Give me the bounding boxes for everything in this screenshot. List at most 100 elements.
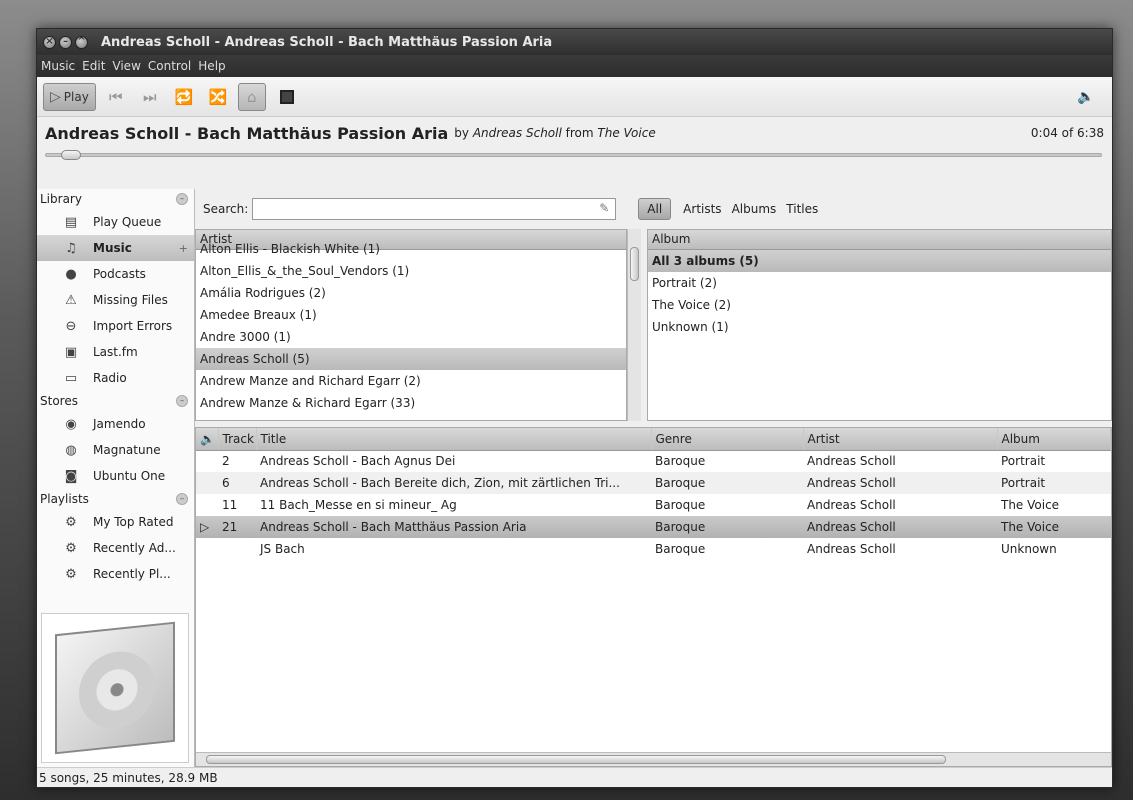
- sidebar-item-ubuntu-one[interactable]: ◙ Ubuntu One: [37, 463, 194, 489]
- playing-column-header[interactable]: 🔈: [196, 428, 219, 451]
- minimize-window-button[interactable]: –: [59, 35, 72, 49]
- list-item[interactable]: Unknown (1): [648, 316, 1111, 338]
- list-item[interactable]: Alton_Ellis_&_the_Soul_Vendors (1): [196, 260, 626, 282]
- list-item[interactable]: The Voice (2): [648, 294, 1111, 316]
- next-icon: ⏭: [143, 87, 157, 106]
- artist-column-header[interactable]: Artist: [803, 428, 998, 451]
- volume-button[interactable]: 🔈: [1072, 83, 1100, 111]
- artist-scrollbar[interactable]: [627, 229, 641, 421]
- shuffle-icon: 🔀: [208, 87, 228, 106]
- filter-buttons: All Artists Albums Titles: [638, 198, 828, 220]
- disc-icon: [79, 647, 155, 732]
- title-column-header[interactable]: Title: [256, 428, 652, 451]
- menu-control[interactable]: Control: [148, 59, 191, 73]
- sidebar-item-music[interactable]: ♫ Music +: [37, 235, 194, 261]
- artist-pane: Artist Alton Ellis - Blackish White (1) …: [195, 229, 627, 421]
- menu-help[interactable]: Help: [198, 59, 225, 73]
- sidebar-item-play-queue[interactable]: ▤ Play Queue: [37, 209, 194, 235]
- list-item[interactable]: Alton Ellis - Blackish White (1): [196, 238, 626, 260]
- menu-edit[interactable]: Edit: [82, 59, 105, 73]
- close-window-button[interactable]: ×: [43, 35, 56, 49]
- podcast-icon: ●: [65, 266, 77, 282]
- window-title: Andreas Scholl - Andreas Scholl - Bach M…: [101, 34, 553, 50]
- sidebar-item-label: My Top Rated: [93, 515, 174, 529]
- sidebar-item-label: Missing Files: [93, 293, 168, 307]
- menu-music[interactable]: Music: [41, 59, 75, 73]
- filter-all[interactable]: All: [638, 198, 672, 220]
- toolbar: ▷ Play ⏮ ⏭ 🔁 🔀 ⌂ 🔈: [37, 77, 1112, 117]
- table-row-playing[interactable]: ▷ 21 Andreas Scholl - Bach Matthäus Pass…: [196, 516, 1111, 538]
- sidebar: Library – ▤ Play Queue ♫ Music + ● Podca…: [37, 189, 195, 767]
- list-item[interactable]: Andrew Manze and Richard Egarr (2): [196, 370, 626, 392]
- sidebar-item-magnatune[interactable]: ◍ Magnatune: [37, 437, 194, 463]
- list-item[interactable]: Andre 3000 (1): [196, 326, 626, 348]
- filter-artists[interactable]: Artists: [683, 202, 721, 216]
- seek-thumb[interactable]: [61, 150, 81, 160]
- sidebar-item-podcasts[interactable]: ● Podcasts: [37, 261, 194, 287]
- rhythmbox-window: × – ^ Andreas Scholl - Andreas Scholl - …: [36, 28, 1113, 788]
- main-panel: Search: ✎ All Artists Albums Titles Arti…: [195, 189, 1112, 767]
- maximize-window-button[interactable]: ^: [75, 35, 88, 49]
- table-row[interactable]: 11 11 Bach_Messe en si mineur_ Ag Baroqu…: [196, 494, 1111, 516]
- sidebar-item-recently-played[interactable]: ⚙ Recently Pl...: [37, 561, 194, 587]
- list-item-selected[interactable]: Andreas Scholl (5): [196, 348, 626, 370]
- title-cell: Andreas Scholl - Bach Matthäus Passion A…: [256, 516, 651, 538]
- sidebar-item-jamendo[interactable]: ◉ Jamendo: [37, 411, 194, 437]
- sidebar-item-missing-files[interactable]: ⚠ Missing Files: [37, 287, 194, 313]
- search-input[interactable]: ✎: [252, 198, 617, 220]
- filter-titles[interactable]: Titles: [786, 202, 818, 216]
- list-item[interactable]: Amedee Breaux (1): [196, 304, 626, 326]
- shuffle-button[interactable]: 🔀: [204, 83, 232, 111]
- track-list: 🔈 Track Title Genre Artist Album 2 Andre…: [195, 427, 1112, 767]
- sidebar-item-lastfm[interactable]: ▣ Last.fm: [37, 339, 194, 365]
- scrollbar-thumb[interactable]: [206, 755, 946, 764]
- repeat-button[interactable]: 🔁: [170, 83, 198, 111]
- sidebar-item-import-errors[interactable]: ⊖ Import Errors: [37, 313, 194, 339]
- sidebar-item-recently-added[interactable]: ⚙ Recently Ad...: [37, 535, 194, 561]
- genre-cell: Baroque: [655, 454, 706, 469]
- track-table: 🔈 Track Title Genre Artist Album 2 Andre…: [196, 428, 1111, 560]
- scrollbar-thumb[interactable]: [630, 247, 639, 281]
- collapse-icon[interactable]: –: [176, 193, 188, 205]
- clear-search-icon[interactable]: ✎: [599, 201, 609, 215]
- seek-slider[interactable]: [45, 149, 1102, 161]
- library-section-header[interactable]: Library –: [37, 189, 194, 209]
- menu-view[interactable]: View: [112, 59, 140, 73]
- playlists-section-header[interactable]: Playlists –: [37, 489, 194, 509]
- now-playing-details: by Andreas Scholl from The Voice: [454, 126, 655, 140]
- collapse-icon[interactable]: –: [176, 395, 188, 407]
- add-icon[interactable]: +: [179, 242, 188, 255]
- sidebar-item-my-top-rated[interactable]: ⚙ My Top Rated: [37, 509, 194, 535]
- table-row[interactable]: JS Bach Baroque Andreas Scholl Unknown: [196, 538, 1111, 560]
- table-row[interactable]: 2 Andreas Scholl - Bach Agnus Dei Baroqu…: [196, 450, 1111, 472]
- list-item[interactable]: Andrew Manze & Richard Egarr (33): [196, 392, 626, 414]
- collapse-icon[interactable]: –: [176, 493, 188, 505]
- from-word: from: [565, 126, 594, 140]
- genre-column-header[interactable]: Genre: [651, 428, 804, 451]
- playlists-label: Playlists: [40, 492, 89, 506]
- browse-toggle-button[interactable]: ⌂: [237, 82, 266, 111]
- artist-cell: Andreas Scholl: [803, 472, 997, 494]
- list-item[interactable]: Amália Rodrigues (2): [196, 282, 626, 304]
- genre-cell: Baroque: [651, 472, 803, 494]
- visualization-button[interactable]: [279, 89, 294, 104]
- sidebar-item-radio[interactable]: ▭ Radio: [37, 365, 194, 391]
- track-list-scrollbar[interactable]: [196, 752, 1111, 766]
- play-button[interactable]: ▷ Play: [43, 82, 96, 111]
- previous-button[interactable]: ⏮: [102, 83, 130, 111]
- album-column-header[interactable]: Album: [648, 230, 1111, 250]
- album-column-header[interactable]: Album: [997, 428, 1111, 451]
- seek-track: [45, 153, 1102, 157]
- next-button[interactable]: ⏭: [136, 83, 164, 111]
- gear-icon: ⚙: [65, 514, 77, 530]
- sidebar-item-label: Recently Ad...: [93, 541, 176, 555]
- filter-albums[interactable]: Albums: [732, 202, 777, 216]
- table-row[interactable]: 6 Andreas Scholl - Bach Bereite dich, Zi…: [196, 472, 1111, 494]
- album-cell: Portrait: [997, 472, 1111, 494]
- stores-section-header[interactable]: Stores –: [37, 391, 194, 411]
- list-item-selected[interactable]: All 3 albums (5): [648, 250, 1111, 272]
- sidebar-item-label: Jamendo: [93, 417, 146, 431]
- elapsed-time: 0:04 of 6:38: [1030, 126, 1104, 140]
- track-column-header[interactable]: Track: [218, 428, 257, 451]
- list-item[interactable]: Portrait (2): [648, 272, 1111, 294]
